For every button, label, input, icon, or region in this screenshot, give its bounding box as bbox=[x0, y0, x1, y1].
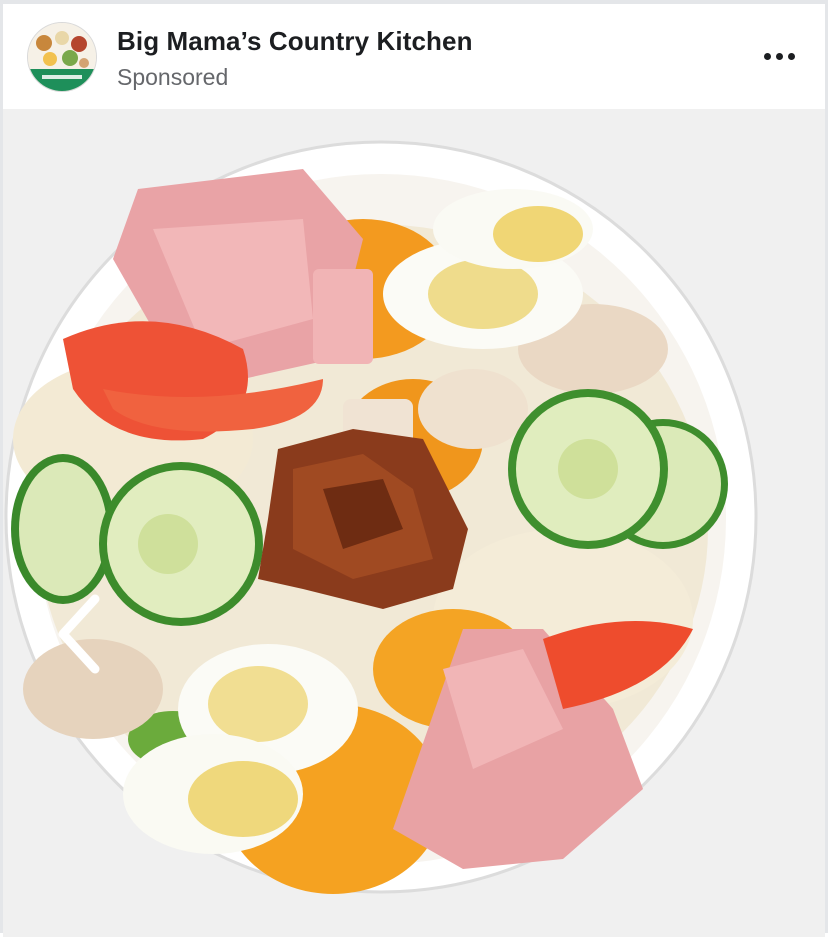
restaurant-logo-icon bbox=[28, 23, 96, 91]
post-image-carousel[interactable] bbox=[3, 109, 825, 937]
more-options-button[interactable] bbox=[755, 38, 803, 74]
chef-salad-photo bbox=[3, 109, 825, 937]
chevron-left-icon bbox=[58, 594, 100, 674]
post-header: Big Mama’s Country Kitchen Sponsored bbox=[3, 4, 825, 109]
page-name[interactable]: Big Mama’s Country Kitchen bbox=[117, 26, 473, 57]
sponsored-label[interactable]: Sponsored bbox=[117, 64, 228, 91]
more-options-icon bbox=[763, 52, 771, 60]
more-options-dot bbox=[775, 52, 783, 60]
facebook-post: Big Mama’s Country Kitchen Sponsored bbox=[0, 0, 828, 937]
more-options-dot bbox=[787, 52, 795, 60]
page-avatar[interactable] bbox=[28, 23, 96, 91]
carousel-previous-button[interactable] bbox=[51, 589, 111, 679]
